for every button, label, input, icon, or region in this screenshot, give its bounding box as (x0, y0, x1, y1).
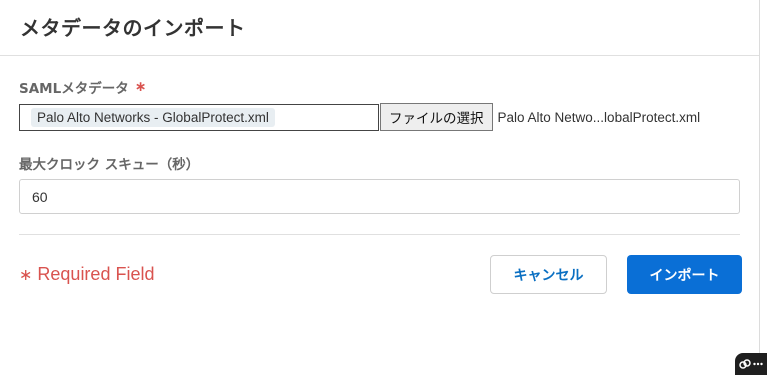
saml-metadata-label: SAMLメタデータ ∗ (19, 77, 740, 97)
clock-skew-label: 最大クロック スキュー（秒） (19, 153, 740, 173)
file-upload-box[interactable]: Palo Alto Networks - GlobalProtect.xml (19, 103, 379, 131)
required-field-text: Required Field (37, 264, 155, 284)
selected-file-chip: Palo Alto Networks - GlobalProtect.xml (31, 107, 275, 127)
saml-metadata-label-text: SAMLメタデータ (19, 81, 129, 97)
dialog-header: メタデータのインポート (0, 0, 759, 56)
clock-skew-label-text: 最大クロック スキュー（秒） (19, 157, 200, 173)
required-star-icon: ∗ (134, 79, 147, 95)
corner-widget[interactable] (735, 353, 767, 375)
footer-buttons: キャンセル インポート (490, 255, 742, 294)
dialog-body: SAMLメタデータ ∗ Palo Alto Networks - GlobalP… (0, 77, 759, 294)
link-icon (739, 359, 751, 369)
footer-divider (19, 234, 740, 235)
required-star-icon: ∗ (19, 266, 33, 284)
clock-skew-input[interactable]: 60 (19, 179, 740, 214)
dialog-title: メタデータのインポート (20, 16, 246, 40)
chosen-file-name: Palo Alto Netwo...lobalProtect.xml (497, 109, 701, 125)
import-button[interactable]: インポート (627, 255, 742, 294)
file-upload-row: Palo Alto Networks - GlobalProtect.xml フ… (19, 103, 740, 131)
cancel-button[interactable]: キャンセル (490, 255, 607, 294)
import-metadata-dialog: メタデータのインポート SAMLメタデータ ∗ Palo Alto Networ… (0, 0, 760, 375)
dialog-footer: ∗ Required Field キャンセル インポート (19, 255, 742, 294)
required-field-note: ∗ Required Field (19, 264, 154, 285)
choose-file-button[interactable]: ファイルの選択 (380, 103, 493, 131)
more-icon (753, 362, 763, 366)
